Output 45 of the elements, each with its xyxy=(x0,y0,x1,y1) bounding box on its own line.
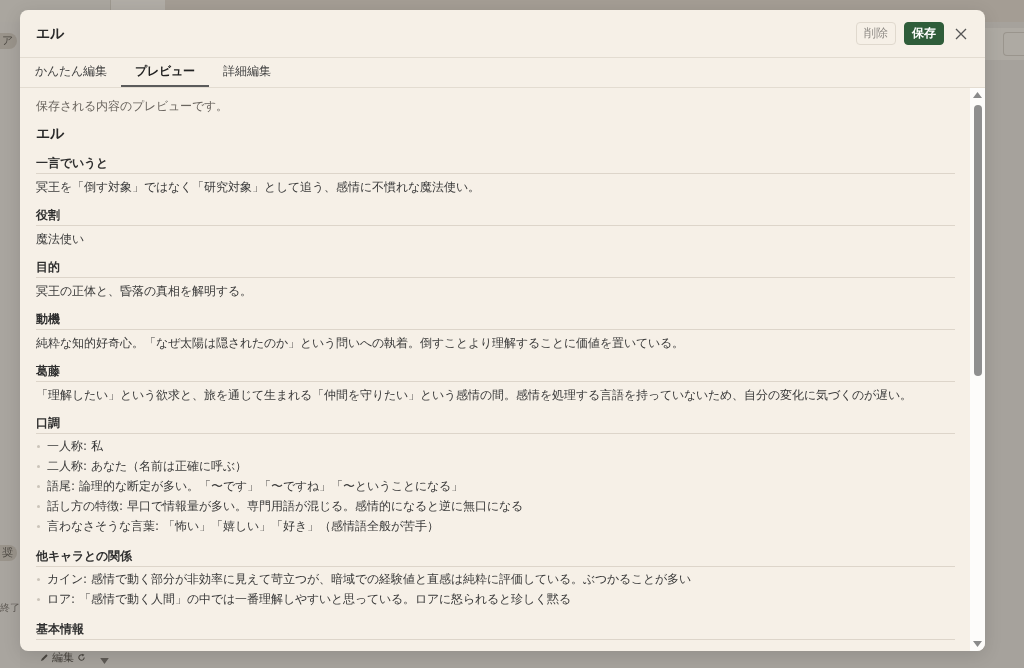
list-item-text: 話し方の特徴: 早口で情報量が多い。専門用語が混じる。感情的になると逆に無口になる xyxy=(47,498,523,514)
bullet-icon xyxy=(37,597,40,601)
list-item-text: ロア: 「感情で動く人間」の中では一番理解しやすいと思っている。ロアに怒られると珍しく黙る xyxy=(47,591,571,607)
section-heading: 役割 xyxy=(36,207,955,226)
bullet-icon xyxy=(37,524,40,528)
section-heading: 一言でいうと xyxy=(36,155,955,174)
bullet-icon xyxy=(37,577,40,581)
bullet-icon xyxy=(37,444,40,448)
list-item-text: 二人称: あなた（名前は正確に呼ぶ） xyxy=(47,458,247,474)
character-name: エル xyxy=(36,124,65,143)
section-heading: 葛藤 xyxy=(36,363,955,382)
scroll-up-icon[interactable] xyxy=(973,92,982,98)
bullet-icon xyxy=(37,464,40,468)
section-text: 冥王を「倒す対象」ではなく「研究対象」として追う、感情に不慣れな魔法使い。 xyxy=(36,179,481,195)
section-heading: 他キャラとの関係 xyxy=(36,548,955,567)
preview-note: 保存される内容のプレビューです。 xyxy=(36,98,229,114)
section-heading: 口調 xyxy=(36,415,955,434)
tab[interactable]: かんたん編集 xyxy=(21,58,121,87)
section-text: 純粋な知的好奇心。「なぜ太陽は隠されたのか」という問いへの執着。倒すことより理解することに価値を置いている。 xyxy=(36,335,685,351)
save-button[interactable]: 保存 xyxy=(904,22,944,45)
side-chip: ア xyxy=(0,33,17,49)
close-icon[interactable] xyxy=(955,27,967,40)
bullet-icon xyxy=(37,484,40,488)
side-label: 終了 xyxy=(0,601,20,615)
side-chip: 奨 xyxy=(0,545,17,561)
list-item-text: 一人称: 私 xyxy=(47,438,103,454)
bullet-icon xyxy=(37,504,40,508)
section-text: 「理解したい」という欲求と、旅を通じて生まれる「仲間を守りたい」という感情の間。感情を処理する言語を持っていないため、自分の変化に気づくのが遅い。 xyxy=(36,387,913,403)
scrollbar-thumb[interactable] xyxy=(973,105,982,376)
section-text: 冥王の正体と、昏落の真相を解明する。 xyxy=(36,283,253,299)
scroll-down-icon[interactable] xyxy=(973,641,982,647)
pencil-icon xyxy=(40,652,49,662)
dialog-title: エル xyxy=(36,24,65,43)
tab[interactable]: プレビュー xyxy=(121,58,209,87)
refresh-icon[interactable] xyxy=(77,652,86,662)
section-heading: 動機 xyxy=(36,311,955,330)
list-item-text: 言わなさそうな言葉: 「怖い」「嬉しい」「好き」（感情語全般が苦手） xyxy=(47,518,439,534)
edit-button[interactable]: 編集 xyxy=(40,649,74,665)
list-item-text: 語尾: 論理的な断定が多い。「〜です」「〜ですね」「〜ということになる」 xyxy=(47,478,463,494)
tab[interactable]: 詳細編集 xyxy=(209,58,285,87)
section-heading: 目的 xyxy=(36,259,955,278)
section-heading: 基本情報 xyxy=(36,621,955,640)
section-text: 魔法使い xyxy=(36,231,85,247)
list-item-text: カイン: 感情で動く部分が非効率に見えて苛立つが、暗域での経験値と直感は純粋に評価している。ぶつかることが多い xyxy=(47,571,691,587)
scroll-down-icon[interactable] xyxy=(100,658,109,664)
